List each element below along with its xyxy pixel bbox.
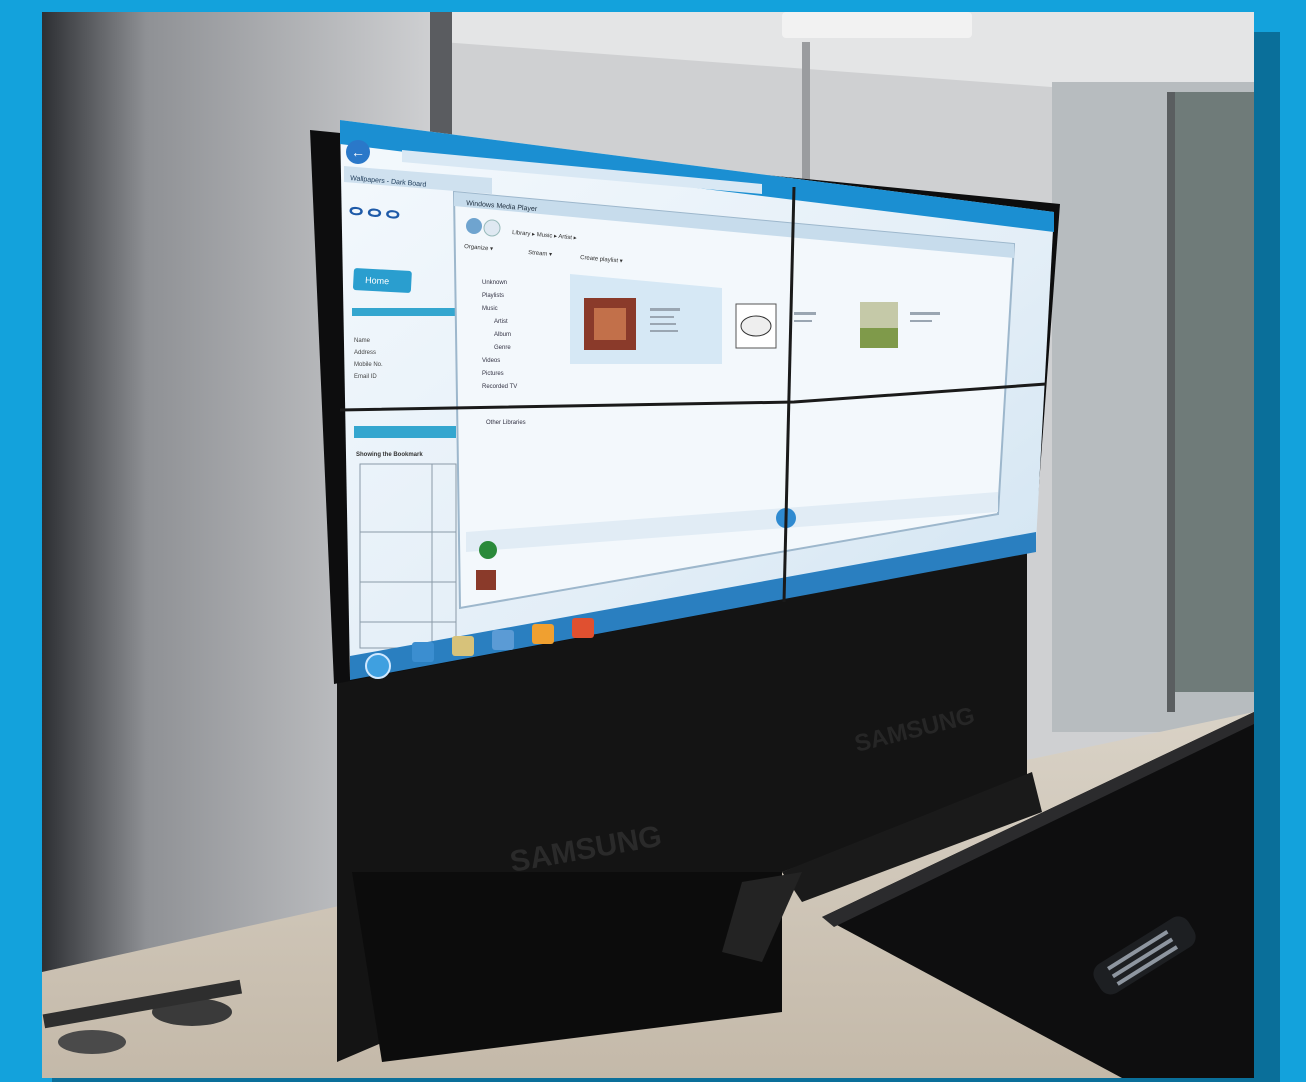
- field-email: Email ID: [354, 374, 377, 380]
- table-heading: Showing the Bookmark: [356, 452, 423, 458]
- back-arrow-glyph: ←: [351, 144, 365, 160]
- home-tab-label: Home: [365, 275, 390, 286]
- taskbar-icon[interactable]: [492, 630, 514, 650]
- nav-item[interactable]: Artist: [494, 319, 508, 325]
- nav-item[interactable]: Playlists: [482, 293, 504, 299]
- taskbar-ie-icon[interactable]: [412, 642, 434, 662]
- taskbar-explorer-icon[interactable]: [452, 636, 474, 656]
- nav-item[interactable]: Recorded TV: [482, 384, 517, 390]
- nav-item[interactable]: Unknown: [482, 280, 507, 286]
- nav-item[interactable]: Pictures: [482, 371, 504, 377]
- field-mobile: Mobile No.: [354, 362, 383, 368]
- nav-other-libraries[interactable]: Other Libraries: [486, 420, 526, 426]
- glass-door: [1172, 92, 1254, 692]
- nav-item[interactable]: Album: [494, 332, 511, 338]
- photo-scene: SAMSUNG SAMSUNG ← Wallpapers - Dark Boar…: [42, 12, 1254, 1078]
- floor-stand-foot: [58, 1030, 126, 1054]
- field-name: Name: [354, 338, 371, 344]
- media-guide-icon[interactable]: [479, 541, 497, 559]
- back-button[interactable]: [466, 218, 482, 234]
- photo: SAMSUNG SAMSUNG ← Wallpapers - Dark Boar…: [42, 12, 1254, 1078]
- field-address: Address: [354, 350, 376, 356]
- nav-item[interactable]: Music: [482, 306, 498, 312]
- now-playing-thumb[interactable]: [476, 570, 496, 590]
- forward-button[interactable]: [483, 219, 501, 237]
- table-header-bar: [354, 426, 456, 438]
- taskbar-media-icon[interactable]: [532, 624, 554, 644]
- start-button[interactable]: [365, 653, 391, 679]
- nav-item[interactable]: Genre: [494, 345, 511, 351]
- door-frame: [1167, 92, 1175, 712]
- wall-seam: [802, 42, 810, 182]
- taskbar-icon[interactable]: [572, 618, 594, 638]
- section-bar: [352, 308, 456, 316]
- nav-item[interactable]: Videos: [482, 358, 500, 364]
- projector-bar: [782, 12, 972, 38]
